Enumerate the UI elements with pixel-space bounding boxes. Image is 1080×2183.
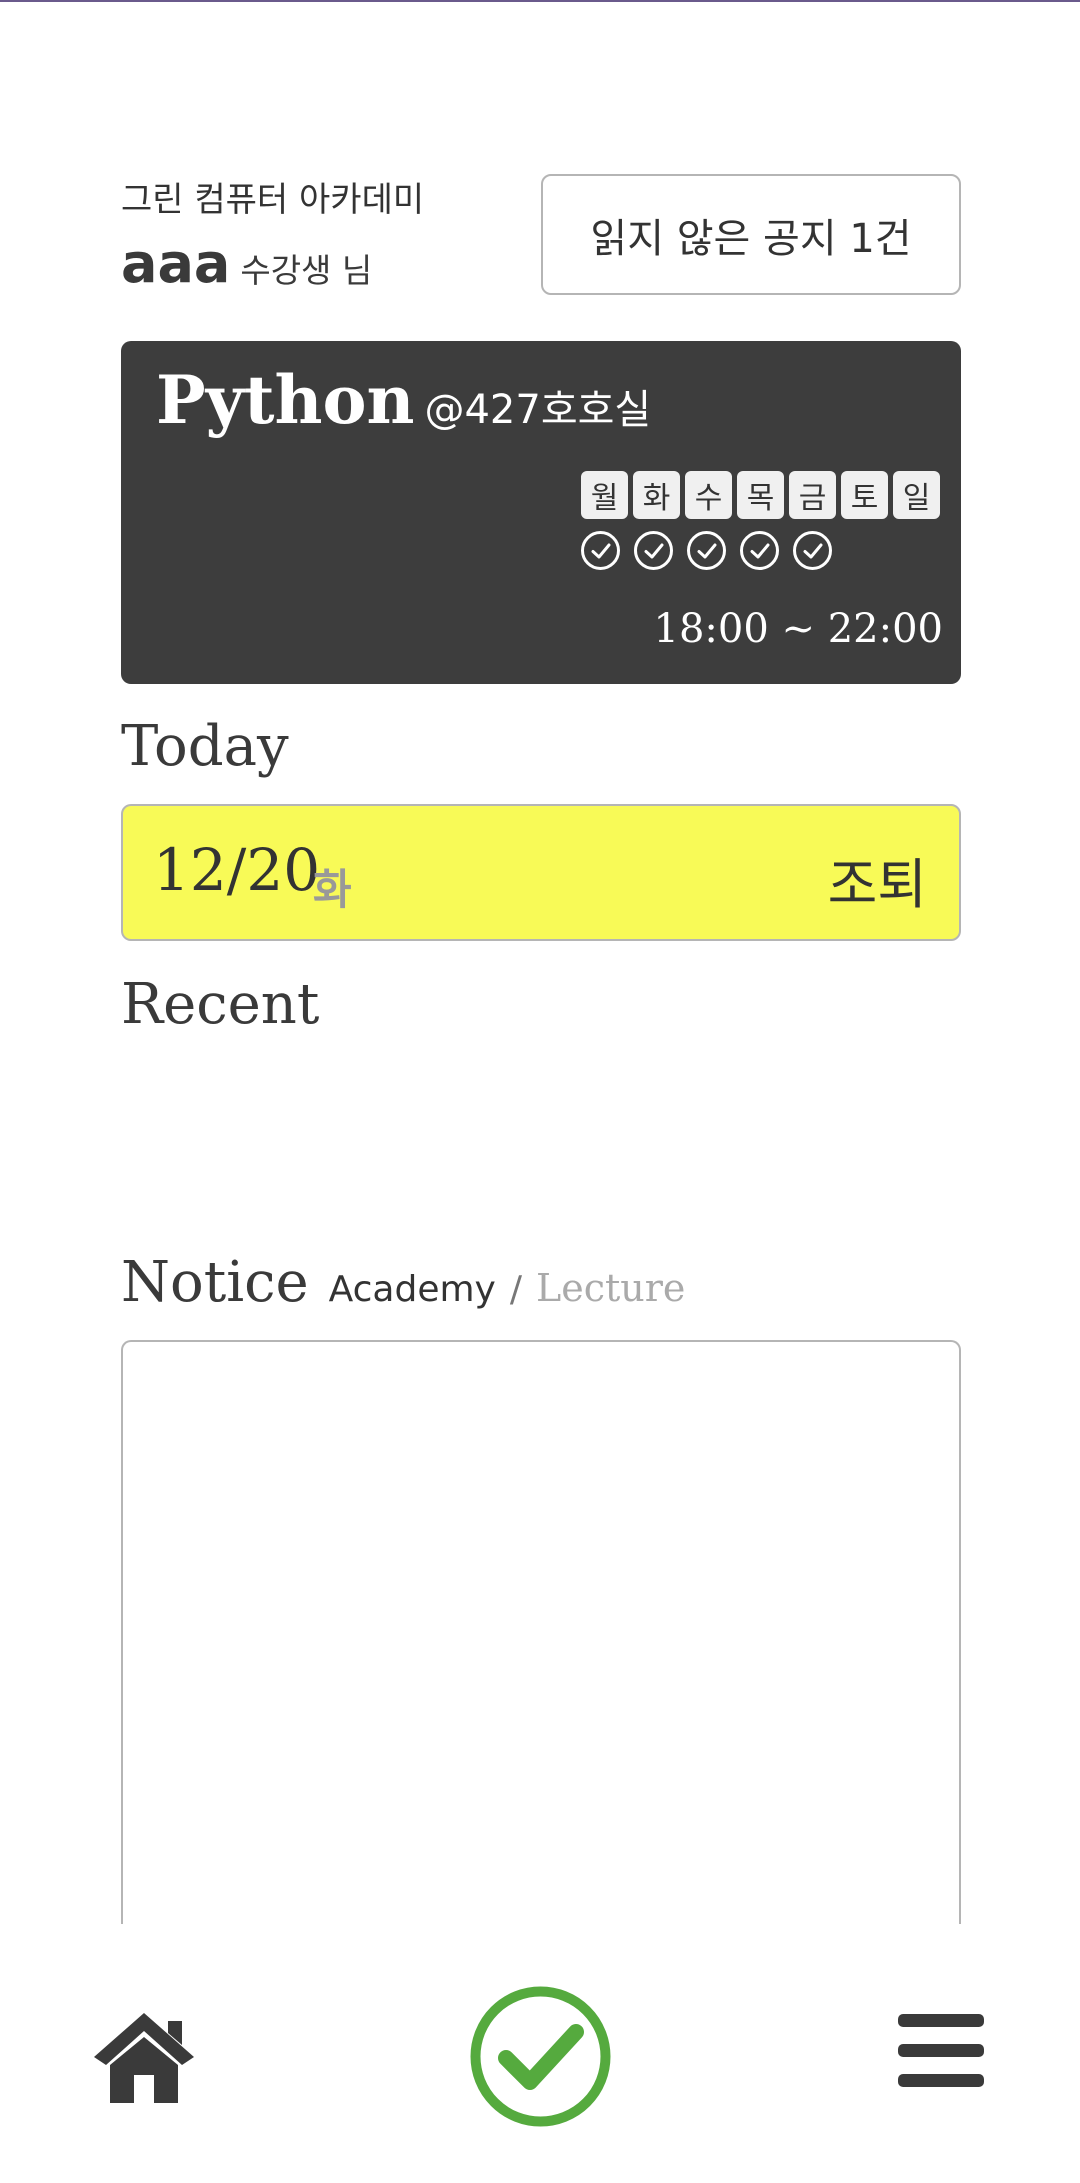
- day-wed: 수: [685, 471, 732, 519]
- day-fri: 금: [789, 471, 836, 519]
- class-title: Python @427호호실: [156, 361, 651, 439]
- today-heading: Today: [121, 714, 289, 779]
- check-circle-icon: [634, 531, 673, 570]
- day-mon: 월: [581, 471, 628, 519]
- attendance-checks: [581, 531, 832, 570]
- day-sat: 토: [841, 471, 888, 519]
- bottom-nav: [0, 1924, 1080, 2183]
- early-leave-button[interactable]: 조퇴: [828, 840, 927, 919]
- tab-lecture[interactable]: Lecture: [536, 1266, 685, 1310]
- user-name: aaa: [121, 232, 231, 295]
- tab-academy[interactable]: Academy: [329, 1269, 496, 1310]
- classroom: @427호호실: [424, 387, 652, 433]
- today-weekday: 화: [313, 865, 352, 914]
- day-tue: 화: [633, 471, 680, 519]
- unread-notice-button[interactable]: 읽지 않은 공지 1건: [541, 174, 961, 295]
- check-circle-icon: [581, 531, 620, 570]
- check-circle-icon: [793, 531, 832, 570]
- home-icon[interactable]: [90, 2009, 198, 2105]
- today-date: 12/20: [153, 836, 321, 904]
- notice-list[interactable]: [121, 1340, 961, 1980]
- user-suffix: 수강생 님: [240, 251, 373, 290]
- check-circle-icon: [740, 531, 779, 570]
- notice-title: Notice: [121, 1250, 309, 1315]
- user-greeting: aaa 수강생 님: [121, 232, 372, 295]
- notice-heading: Notice Academy / Lecture: [121, 1250, 685, 1315]
- academy-name: 그린 컴퓨터 아카데미: [121, 180, 425, 220]
- today-attendance-bar: 12/20 화 조퇴: [121, 804, 961, 941]
- check-circle-icon: [687, 531, 726, 570]
- hamburger-menu-icon[interactable]: [898, 2012, 984, 2090]
- tab-separator: /: [509, 1269, 523, 1310]
- class-time: 18:00 ~ 22:00: [653, 606, 944, 652]
- check-circle-icon[interactable]: [468, 1984, 613, 2129]
- course-name: Python: [156, 361, 415, 439]
- day-thu: 목: [737, 471, 784, 519]
- weekday-list: 월 화 수 목 금 토 일: [581, 471, 940, 519]
- class-card[interactable]: Python @427호호실 월 화 수 목 금 토 일 18:00 ~ 22:…: [121, 341, 961, 684]
- top-border: [0, 0, 1080, 2]
- recent-heading: Recent: [121, 972, 320, 1037]
- day-sun: 일: [893, 471, 940, 519]
